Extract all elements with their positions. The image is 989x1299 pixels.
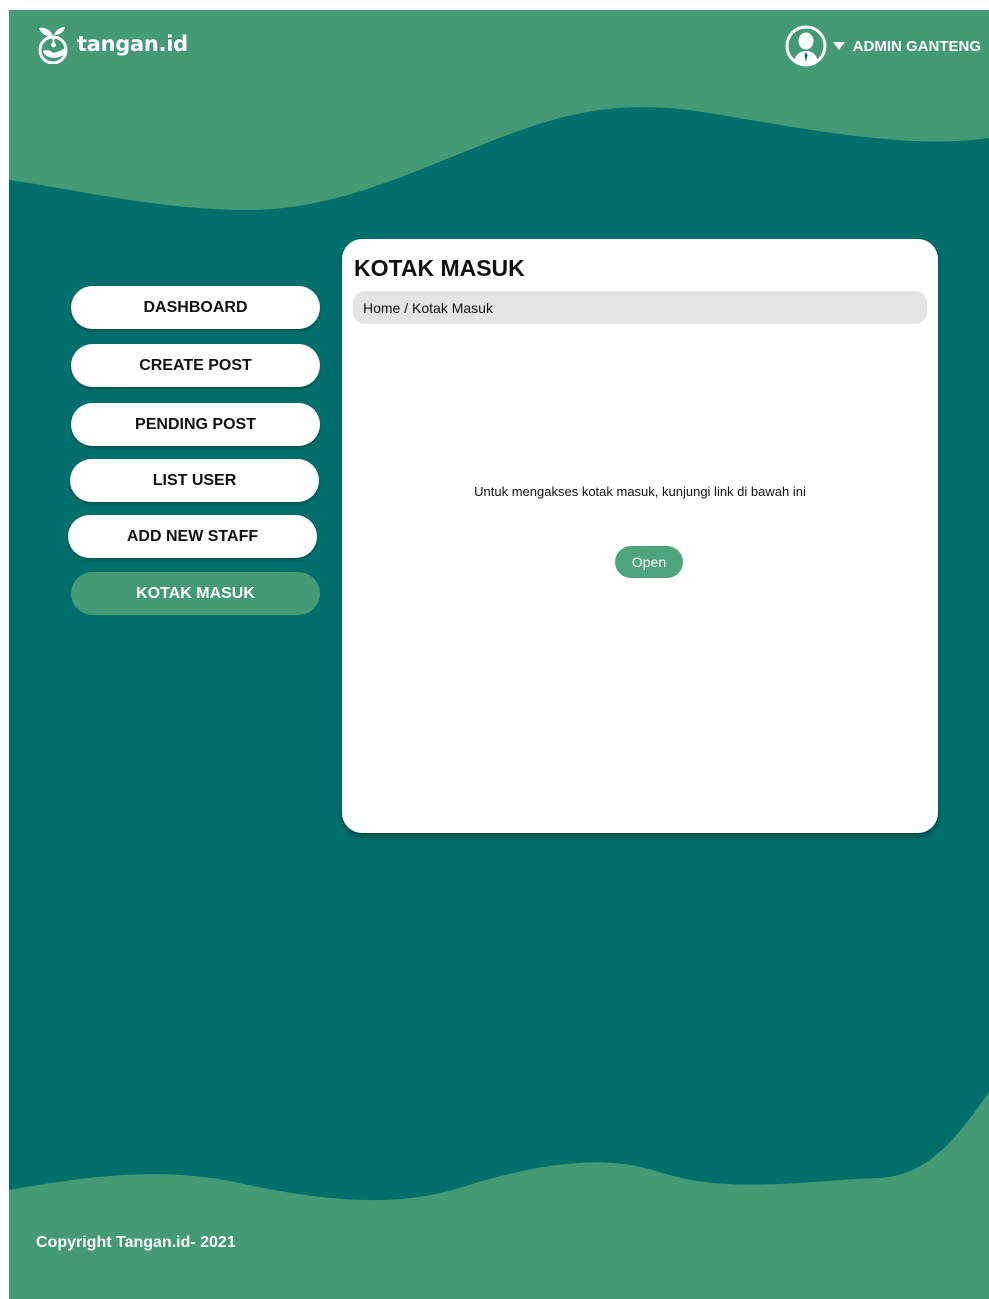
sidebar-item-kotak-masuk[interactable]: KOTAK MASUK [71,572,320,615]
breadcrumb-text[interactable]: Home / Kotak Masuk [363,300,493,316]
user-avatar-icon [785,25,827,67]
app-frame: tangan.id ADMIN GANTENG DASHBOARD CREATE… [9,10,989,1299]
inbox-instruction-text: Untuk mengakses kotak masuk, kunjungi li… [474,484,806,499]
sidebar-item-add-new-staff[interactable]: ADD NEW STAFF [68,515,317,558]
logo-text: tangan.id [77,32,188,56]
sidebar-item-create-post[interactable]: CREATE POST [71,344,320,387]
logo[interactable]: tangan.id [35,24,188,64]
sidebar-item-list-user[interactable]: LIST USER [70,459,319,502]
user-menu[interactable]: ADMIN GANTENG [785,25,981,67]
footer-copyright: Copyright Tangan.id- 2021 [36,1234,236,1251]
breadcrumb: Home / Kotak Masuk [353,291,927,324]
sidebar-item-pending-post[interactable]: PENDING POST [71,403,320,446]
caret-down-icon [832,42,845,50]
content-card: KOTAK MASUK Home / Kotak Masuk Untuk men… [342,239,938,833]
plant-hand-icon [38,27,68,64]
open-button[interactable]: Open [615,546,683,578]
page-title: KOTAK MASUK [354,255,525,281]
admin-username: ADMIN GANTENG [852,37,981,55]
sidebar-item-dashboard[interactable]: DASHBOARD [71,286,320,329]
